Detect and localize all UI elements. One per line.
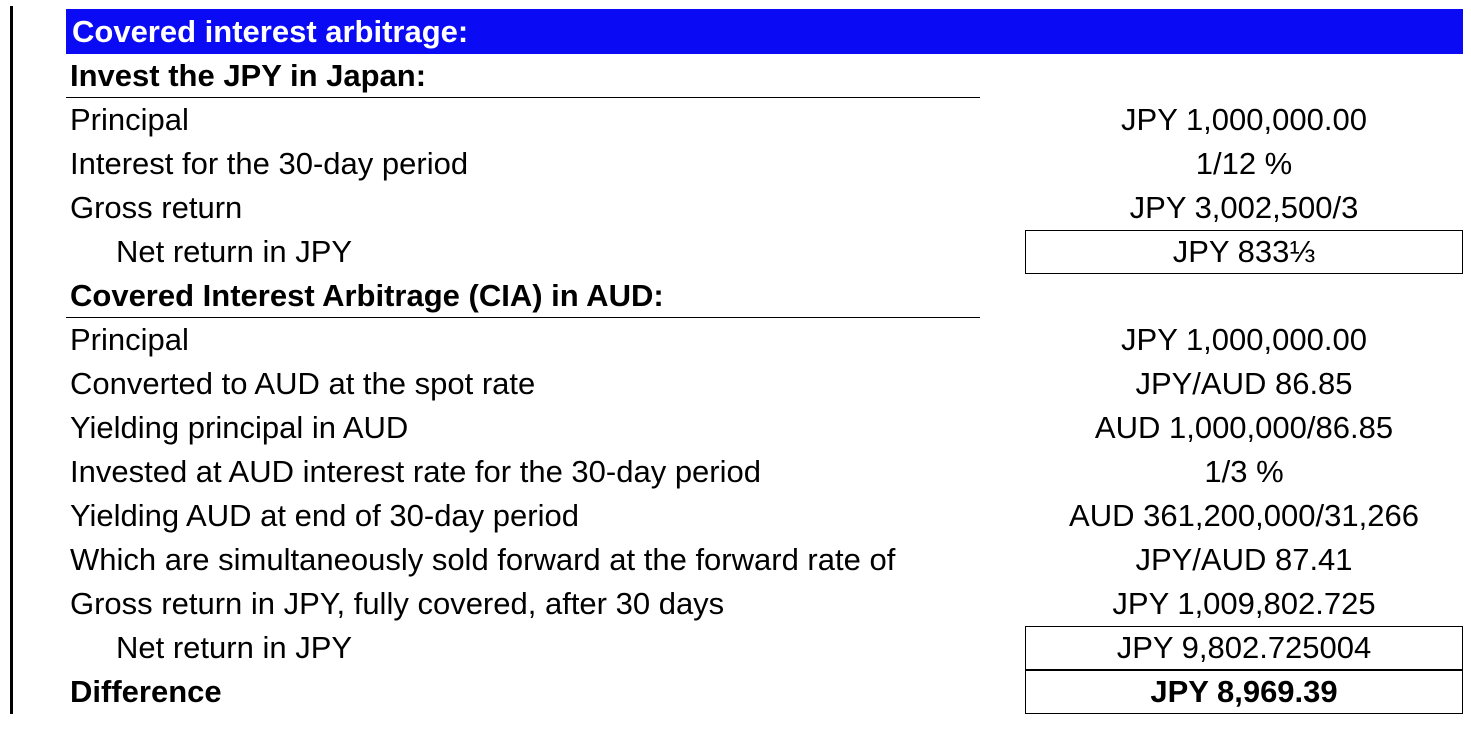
table-row-gross-return-jpy: Gross return JPY 3,002,500/3	[66, 186, 1463, 230]
section-heading-cia: Covered Interest Arbitrage (CIA) in AUD:	[66, 274, 1463, 318]
row-value: JPY 1,009,802.725	[1112, 586, 1376, 621]
table-row-aud-end: Yielding AUD at end of 30-day period AUD…	[66, 494, 1463, 538]
row-value: 1/3 %	[1204, 454, 1284, 489]
section-heading-label: Invest the JPY in Japan:	[70, 58, 427, 93]
left-border	[10, 6, 13, 714]
net-return-cia-value: JPY 9,802.725004	[1025, 626, 1463, 670]
table-row-net-return-japan: Net return in JPY JPY 833⅓	[66, 230, 1463, 274]
table-row-principal-aud: Yielding principal in AUD AUD 1,000,000/…	[66, 406, 1463, 450]
table-row-difference: Difference JPY 8,969.39	[66, 670, 1463, 714]
table-row-forward-rate: Which are simultaneously sold forward at…	[66, 538, 1463, 582]
table-row-interest-jpy: Interest for the 30-day period 1/12 %	[66, 142, 1463, 186]
table-title: Covered interest arbitrage:	[66, 9, 1463, 54]
row-label: Which are simultaneously sold forward at…	[70, 542, 896, 577]
table-row-gross-return-covered: Gross return in JPY, fully covered, afte…	[66, 582, 1463, 626]
row-label: Net return in JPY	[116, 630, 353, 665]
row-label: Net return in JPY	[116, 234, 353, 269]
table-row-spot-rate: Converted to AUD at the spot rate JPY/AU…	[66, 362, 1463, 406]
row-value: JPY/AUD 86.85	[1135, 366, 1353, 401]
row-value: AUD 1,000,000/86.85	[1094, 410, 1394, 445]
row-label: Yielding principal in AUD	[70, 410, 409, 445]
row-value: JPY 1,000,000.00	[1121, 322, 1367, 357]
row-label: Yielding AUD at end of 30-day period	[70, 498, 579, 533]
difference-value: JPY 8,969.39	[1025, 670, 1463, 714]
row-value: JPY 1,000,000.00	[1121, 102, 1367, 137]
section-heading-label: Covered Interest Arbitrage (CIA) in AUD:	[70, 278, 664, 313]
section-heading-japan: Invest the JPY in Japan:	[66, 54, 1463, 98]
table-row-aud-interest: Invested at AUD interest rate for the 30…	[66, 450, 1463, 494]
row-value: JPY 3,002,500/3	[1129, 190, 1359, 225]
table-row-net-return-cia: Net return in JPY JPY 9,802.725004	[66, 626, 1463, 670]
row-value: JPY/AUD 87.41	[1135, 542, 1353, 577]
row-label: Interest for the 30-day period	[70, 146, 469, 181]
row-label: Converted to AUD at the spot rate	[70, 366, 536, 401]
row-label: Invested at AUD interest rate for the 30…	[70, 454, 761, 489]
row-value: 1/12 %	[1195, 146, 1293, 181]
row-value: AUD 361,200,000/31,266	[1069, 498, 1419, 533]
table-row-principal-jpy: Principal JPY 1,000,000.00	[66, 98, 1463, 142]
table-row-principal-cia: Principal JPY 1,000,000.00	[66, 318, 1463, 362]
row-label: Principal	[70, 322, 189, 357]
row-label: Gross return	[70, 190, 243, 225]
net-return-japan-value: JPY 833⅓	[1025, 230, 1463, 274]
row-label: Gross return in JPY, fully covered, afte…	[70, 586, 725, 621]
row-label: Principal	[70, 102, 189, 137]
difference-label: Difference	[70, 674, 222, 709]
